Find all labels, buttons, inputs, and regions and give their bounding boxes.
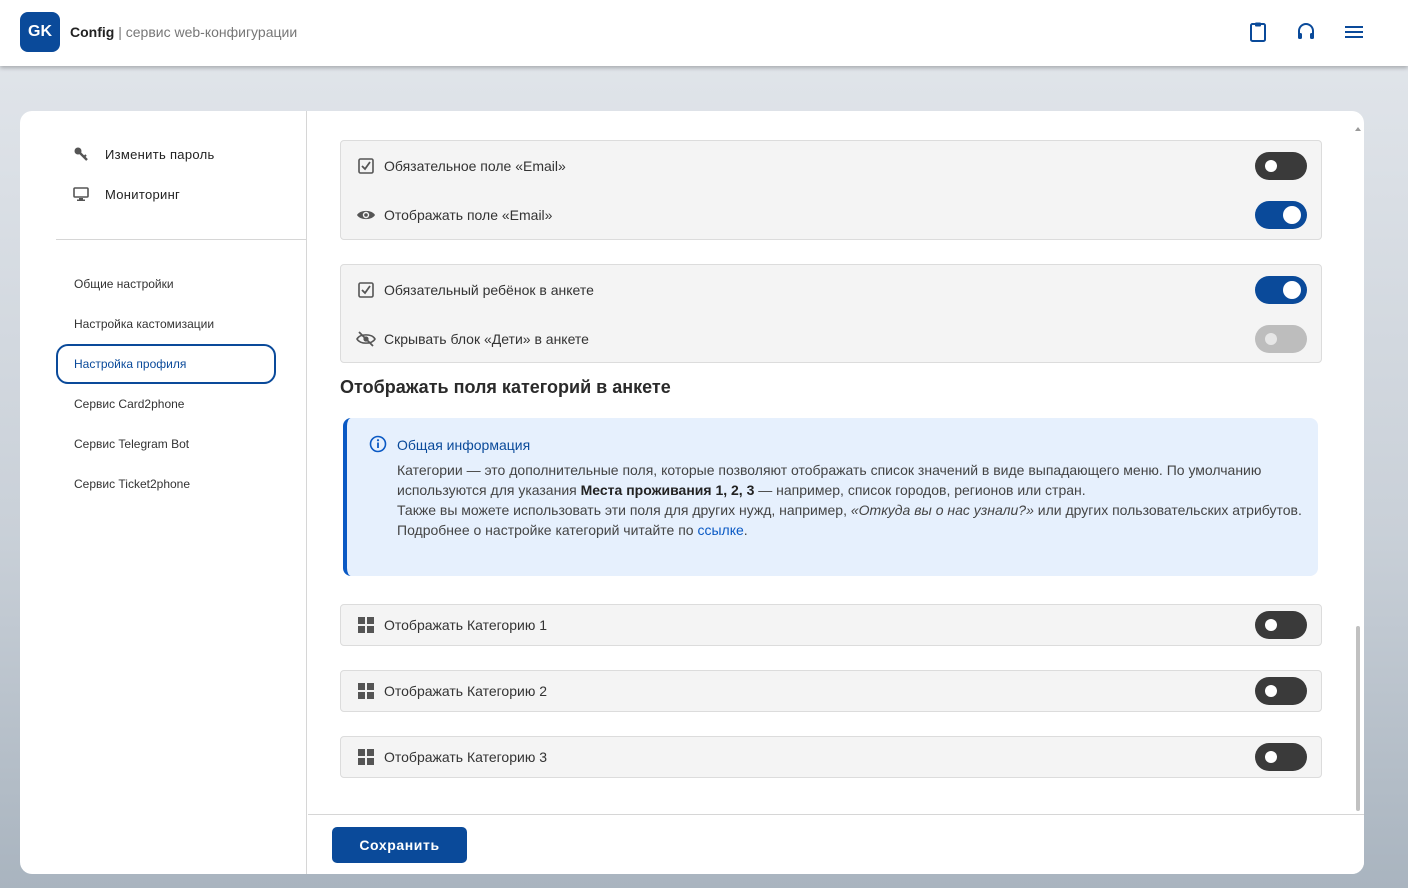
section-title: Отображать поля категорий в анкете xyxy=(340,377,671,397)
setting-label: Отображать Категорию 1 xyxy=(384,617,548,633)
setting-label: Обязательный ребёнок в анкете xyxy=(384,282,594,298)
sidebar: Изменить пароль Мониторинг Общие настрой… xyxy=(20,111,307,874)
info-text-part: или других пользовательских атрибутов. xyxy=(1033,502,1302,518)
setting-row-hide-children: Скрывать блок «Дети» в анкете xyxy=(341,319,1321,359)
info-text-italic: «Откуда вы о нас узнали?» xyxy=(850,502,1034,518)
sidebar-item-profile[interactable]: Настройка профиля xyxy=(56,344,276,384)
content-scrollbar[interactable] xyxy=(1356,626,1360,811)
setting-row-category-1: Отображать Категорию 1 xyxy=(341,605,1321,645)
monitoring-label: Мониторинг xyxy=(105,186,181,202)
eye-icon xyxy=(356,205,376,225)
sidebar-item-customization[interactable]: Настройка кастомизации xyxy=(56,304,276,344)
info-callout: Общая информация Категории — это дополни… xyxy=(343,418,1318,576)
setting-label: Отображать Категорию 3 xyxy=(384,749,548,765)
app-subtitle: сервис web-конфигурации xyxy=(125,24,298,40)
key-icon xyxy=(72,145,90,163)
checkbox-icon xyxy=(356,156,376,176)
info-text-part: Подробнее о настройке категорий читайте … xyxy=(397,522,698,538)
setting-row-category-2: Отображать Категорию 2 xyxy=(341,671,1321,711)
sidebar-item-ticket2phone[interactable]: Сервис Ticket2phone xyxy=(56,464,276,504)
grid-icon xyxy=(356,615,376,635)
info-text-part: — например, список городов, регионов или… xyxy=(754,482,1086,498)
scroll-up-arrow[interactable] xyxy=(1355,127,1361,131)
app-logo[interactable]: GK xyxy=(20,12,60,52)
setting-row-category-3: Отображать Категорию 3 xyxy=(341,737,1321,777)
category-1-toggle[interactable] xyxy=(1255,611,1307,639)
app-name: Config xyxy=(70,24,115,40)
category-2-toggle[interactable] xyxy=(1255,677,1307,705)
main-card: Изменить пароль Мониторинг Общие настрой… xyxy=(20,111,1364,874)
child-required-toggle[interactable] xyxy=(1255,276,1307,304)
sidebar-item-general[interactable]: Общие настройки xyxy=(56,264,276,304)
app-header: GK Config | сервис web-конфигурации xyxy=(0,0,1408,66)
category-3-group: Отображать Категорию 3 xyxy=(340,736,1322,778)
sidebar-item-card2phone[interactable]: Сервис Card2phone xyxy=(56,384,276,424)
monitoring-link[interactable]: Мониторинг xyxy=(72,182,180,206)
eye-off-icon xyxy=(356,329,376,349)
info-text: Категории — это дополнительные поля, кот… xyxy=(397,460,1307,540)
headset-icon[interactable] xyxy=(1294,20,1318,44)
sidebar-item-telegram-bot[interactable]: Сервис Telegram Bot xyxy=(56,424,276,464)
info-title: Общая информация xyxy=(397,437,531,453)
sidebar-divider xyxy=(56,239,307,240)
setting-row-email-required: Обязательное поле «Email» xyxy=(341,146,1321,186)
settings-content: Обязательное поле «Email» Отображать пол… xyxy=(308,111,1364,814)
monitor-icon xyxy=(72,185,90,203)
checkbox-icon xyxy=(356,280,376,300)
save-button[interactable]: Сохранить xyxy=(332,827,467,863)
setting-row-email-visible: Отображать поле «Email» xyxy=(341,195,1321,235)
email-required-toggle[interactable] xyxy=(1255,152,1307,180)
grid-icon xyxy=(356,681,376,701)
setting-row-child-required: Обязательный ребёнок в анкете xyxy=(341,270,1321,310)
info-text-part: Также вы можете использовать эти поля дл… xyxy=(397,502,851,518)
form-footer: Сохранить xyxy=(308,814,1364,874)
email-settings-group: Обязательное поле «Email» Отображать пол… xyxy=(340,140,1322,240)
setting-label: Скрывать блок «Дети» в анкете xyxy=(384,331,589,347)
change-password-link[interactable]: Изменить пароль xyxy=(72,142,215,166)
hide-children-toggle[interactable] xyxy=(1255,325,1307,353)
category-3-toggle[interactable] xyxy=(1255,743,1307,771)
setting-label: Обязательное поле «Email» xyxy=(384,158,566,174)
info-text-part: . xyxy=(743,522,748,538)
category-1-group: Отображать Категорию 1 xyxy=(340,604,1322,646)
info-text-bold: Места проживания 1, 2, 3 xyxy=(580,482,755,498)
clipboard-icon[interactable] xyxy=(1246,20,1270,44)
app-title-separator: | xyxy=(118,24,122,40)
info-icon xyxy=(369,435,387,453)
info-link[interactable]: ссылке xyxy=(697,522,743,538)
change-password-label: Изменить пароль xyxy=(105,146,215,162)
children-settings-group: Обязательный ребёнок в анкете Скрывать б… xyxy=(340,264,1322,363)
email-visible-toggle[interactable] xyxy=(1255,201,1307,229)
setting-label: Отображать поле «Email» xyxy=(384,207,553,223)
app-title: Config | сервис web-конфигурации xyxy=(70,24,297,40)
category-2-group: Отображать Категорию 2 xyxy=(340,670,1322,712)
setting-label: Отображать Категорию 2 xyxy=(384,683,548,699)
grid-icon xyxy=(356,747,376,767)
menu-icon[interactable] xyxy=(1342,20,1366,44)
